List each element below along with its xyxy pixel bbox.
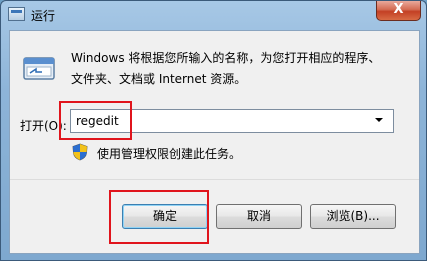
run-icon: [8, 7, 25, 21]
run-dialog-window: 运行 X Windows 将根据您所输入的名称，为您打开相应的程序、 文件夹、文…: [0, 0, 427, 261]
ok-button-highlight-box: [109, 190, 209, 244]
browse-button[interactable]: 浏览(B)...: [310, 204, 396, 229]
cancel-button[interactable]: 取消: [216, 204, 302, 229]
run-program-icon: [23, 57, 55, 80]
description-line-2: 文件夹、文档或 Internet 资源。: [71, 72, 247, 86]
dialog-description: Windows 将根据您所输入的名称，为您打开相应的程序、 文件夹、文档或 In…: [71, 48, 411, 90]
separator: [10, 179, 419, 180]
chevron-down-icon[interactable]: [375, 118, 383, 122]
dialog-body: Windows 将根据您所输入的名称，为您打开相应的程序、 文件夹、文档或 In…: [9, 30, 420, 254]
title-bar[interactable]: 运行 X: [1, 1, 426, 29]
window-title: 运行: [31, 9, 56, 23]
description-line-1: Windows 将根据您所输入的名称，为您打开相应的程序、: [71, 51, 381, 65]
admin-privilege-note: 使用管理权限创建此任务。: [97, 147, 242, 161]
close-button[interactable]: X: [376, 1, 421, 21]
input-highlight-box: [59, 101, 132, 140]
uac-shield-icon: [72, 143, 88, 161]
